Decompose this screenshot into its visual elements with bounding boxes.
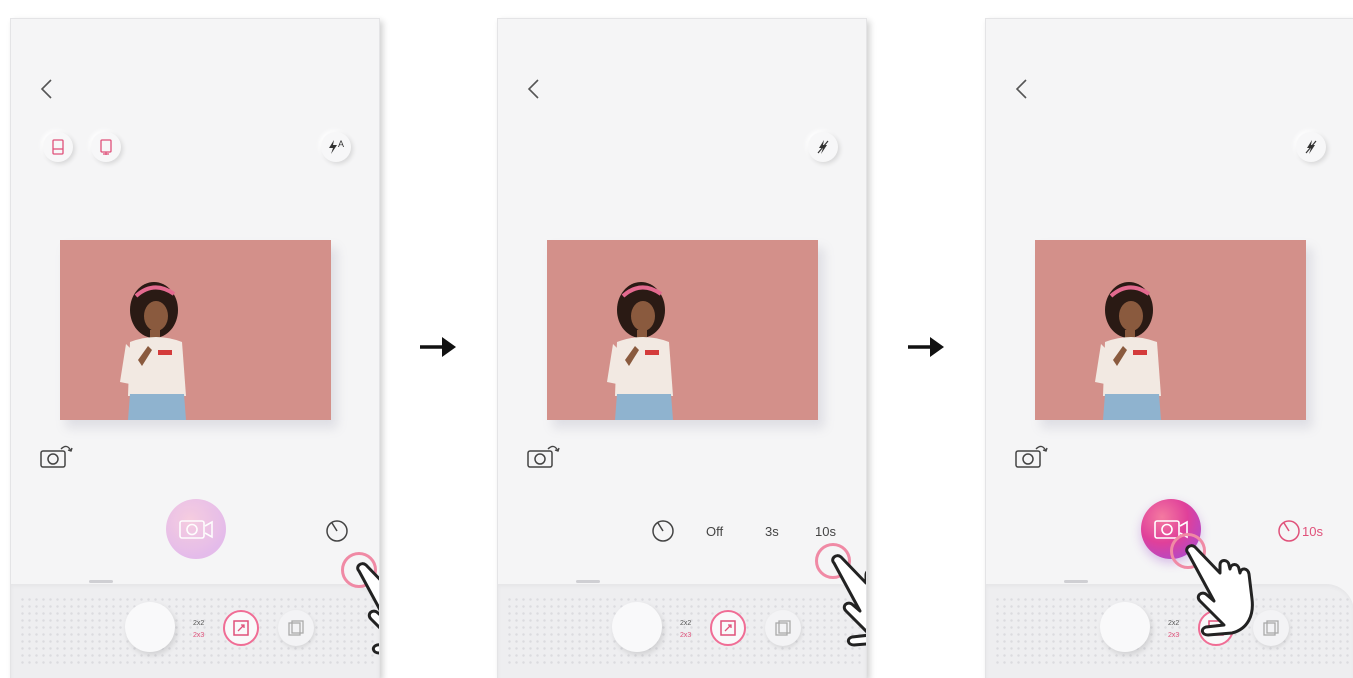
crop-icon (720, 620, 736, 636)
print-size-selector[interactable]: 2x2 2x3 (193, 618, 204, 642)
drawer-handle[interactable] (1064, 580, 1088, 583)
phone-screen-1: A 2x2 2x3 (10, 18, 380, 678)
phone-screen-3: 10s 2x2 2x3 (985, 18, 1353, 678)
flash-off-icon (1305, 140, 1317, 154)
control-panel: 2x2 2x3 (986, 584, 1353, 678)
flash-off-button[interactable] (1296, 132, 1326, 162)
timer-options: Off 3s 10s (648, 524, 848, 544)
timer-value: 10s (1302, 524, 1323, 539)
lens-button[interactable] (1100, 602, 1150, 652)
photo-preview (1035, 240, 1306, 420)
phone-screen-2: Off 3s 10s 2x2 2x3 (497, 18, 867, 678)
person-image (1095, 282, 1161, 420)
right-arrow-icon (908, 337, 944, 357)
size-option-2x3[interactable]: 2x3 (1168, 630, 1179, 642)
switch-camera-icon[interactable] (526, 441, 560, 469)
print-size-selector[interactable]: 2x2 2x3 (1168, 618, 1179, 642)
collage-mode-button[interactable] (91, 132, 121, 162)
flash-auto-button[interactable]: A (321, 132, 351, 162)
single-print-mode-button[interactable] (43, 132, 73, 162)
timer-option-off[interactable]: Off (706, 524, 723, 539)
print-size-selector[interactable]: 2x2 2x3 (680, 618, 691, 642)
timer-icon[interactable] (324, 517, 350, 543)
gallery-button[interactable] (765, 610, 801, 646)
shutter-button[interactable] (166, 499, 226, 559)
back-arrow-icon[interactable] (1012, 77, 1032, 101)
photo-preview (547, 240, 818, 420)
size-option-2x3[interactable]: 2x3 (193, 630, 204, 642)
timer-icon[interactable] (1276, 517, 1302, 543)
drawer-handle[interactable] (576, 580, 600, 583)
person-image (120, 282, 186, 420)
right-arrow-icon (420, 337, 456, 357)
crop-icon (233, 620, 249, 636)
lens-button[interactable] (612, 602, 662, 652)
single-print-mode-icon (52, 139, 64, 155)
control-panel: 2x2 2x3 (498, 584, 866, 678)
flash-icon (328, 140, 337, 154)
size-option-2x2[interactable]: 2x2 (193, 618, 204, 630)
person-image (607, 282, 673, 420)
control-panel: 2x2 2x3 (11, 584, 379, 678)
timer-option-10s[interactable]: 10s (815, 524, 836, 539)
size-option-2x2[interactable]: 2x2 (1168, 618, 1179, 630)
size-option-2x3[interactable]: 2x3 (680, 630, 691, 642)
crop-button[interactable] (710, 610, 746, 646)
gallery-icon (775, 620, 791, 636)
gallery-icon (288, 620, 304, 636)
switch-camera-icon[interactable] (39, 441, 73, 469)
pointing-hand-icon (831, 554, 866, 647)
flash-auto-label: A (337, 139, 344, 149)
shutter-camera-icon (179, 520, 213, 539)
back-arrow-icon[interactable] (524, 77, 544, 101)
gallery-button[interactable] (278, 610, 314, 646)
pointing-hand-icon (356, 562, 379, 655)
back-arrow-icon[interactable] (37, 77, 57, 101)
collage-mode-icon (100, 139, 112, 155)
flash-off-icon (817, 140, 829, 154)
crop-button[interactable] (223, 610, 259, 646)
photo-preview (60, 240, 331, 420)
lens-button[interactable] (125, 602, 175, 652)
timer-option-3s[interactable]: 3s (765, 524, 779, 539)
pointing-hand-icon (1185, 544, 1254, 637)
switch-camera-icon[interactable] (1014, 441, 1048, 469)
flash-off-button[interactable] (808, 132, 838, 162)
size-option-2x2[interactable]: 2x2 (680, 618, 691, 630)
drawer-handle[interactable] (89, 580, 113, 583)
